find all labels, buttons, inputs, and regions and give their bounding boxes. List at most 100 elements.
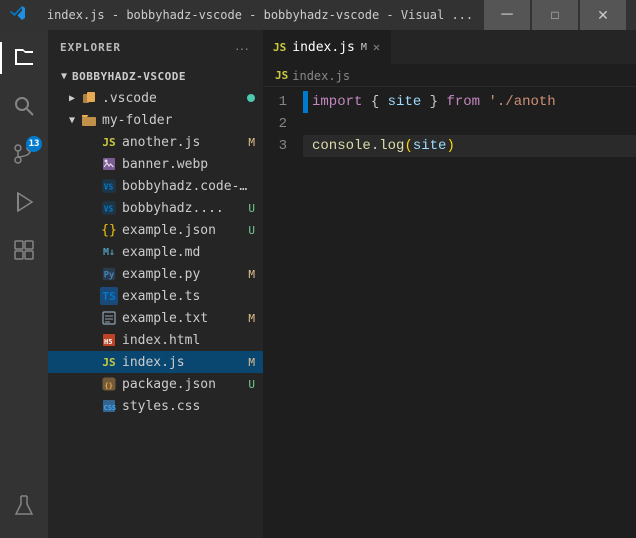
- tree-item-vscode-folder[interactable]: ▶ .vscode: [48, 87, 263, 109]
- examplemd-name: example.md: [122, 245, 255, 260]
- sidebar-actions: ···: [233, 38, 251, 58]
- code-line-2: [303, 113, 636, 135]
- anotherjs-icon: JS: [100, 133, 118, 151]
- token-paren-close: ): [446, 135, 454, 157]
- examplemd-icon: M↓: [100, 243, 118, 261]
- title-bar: index.js - bobbyhadz-vscode - bobbyhadz-…: [0, 0, 636, 30]
- bobbyhadz-u-icon: VS: [100, 199, 118, 217]
- indexhtml-icon: H5: [100, 331, 118, 349]
- examplepy-badge: M: [248, 268, 255, 281]
- tree-item-indexjs[interactable]: ▶ JS index.js M: [48, 351, 263, 373]
- bobbyhadzcode-icon: VS: [100, 177, 118, 195]
- line-numbers: 1 2 3: [263, 91, 303, 538]
- svg-text:CSS: CSS: [104, 404, 117, 412]
- window-maximize-button[interactable]: □: [532, 0, 578, 30]
- code-area[interactable]: 1 2 3 import { site } from: [263, 87, 636, 538]
- tree-item-packagejson[interactable]: ▶ {} package.json U: [48, 373, 263, 395]
- stylescss-icon: CSS: [100, 397, 118, 415]
- svg-text:VS: VS: [104, 183, 114, 192]
- line3-gutter: [303, 135, 308, 157]
- indexjs-icon: JS: [100, 353, 118, 371]
- line-number-2: 2: [263, 113, 287, 135]
- token-from: from: [446, 91, 480, 113]
- tab-indexjs-close[interactable]: ✕: [373, 40, 380, 54]
- examplejson-name: example.json: [122, 223, 242, 238]
- tree-item-indexhtml[interactable]: ▶ H5 index.html: [48, 329, 263, 351]
- breadcrumb-bar: JS index.js: [263, 65, 636, 87]
- tree-item-bobbyhadzcode[interactable]: ▶ VS bobbyhadz.code-...: [48, 175, 263, 197]
- tab-bar: JS index.js M ✕: [263, 30, 636, 65]
- packagejson-icon: {}: [100, 375, 118, 393]
- tree-root-item[interactable]: ▼ BOBBYHADZ-VSCODE: [48, 65, 263, 87]
- indexhtml-name: index.html: [122, 333, 255, 348]
- indexjs-badge: M: [248, 356, 255, 369]
- my-folder-arrow: ▼: [64, 115, 80, 126]
- exampletxt-name: example.txt: [122, 311, 242, 326]
- code-lines[interactable]: import { site } from './anoth: [303, 91, 636, 538]
- tree-item-examplepy[interactable]: ▶ Py example.py M: [48, 263, 263, 285]
- token-path: './anoth: [488, 91, 555, 113]
- sidebar-header: EXPLORER ···: [48, 30, 263, 65]
- code-line-1: import { site } from './anoth: [303, 91, 636, 113]
- breadcrumb-text: index.js: [292, 69, 350, 83]
- activity-run[interactable]: [0, 178, 48, 226]
- breadcrumb-icon: JS: [275, 69, 288, 82]
- token-console: console: [312, 135, 371, 157]
- svg-text:VS: VS: [104, 205, 114, 214]
- tree-item-bannerwebp[interactable]: ▶ banner.webp: [48, 153, 263, 175]
- tree-item-anotherjs[interactable]: ▶ JS another.js M: [48, 131, 263, 153]
- svg-text:H5: H5: [104, 338, 112, 346]
- token-brace-close: }: [421, 91, 446, 113]
- editor-body[interactable]: 1 2 3 import { site } from: [263, 87, 636, 538]
- line1-gutter: [303, 91, 308, 113]
- tree-item-my-folder[interactable]: ▼ my-folder: [48, 109, 263, 131]
- bobbyhadzcode-name: bobbyhadz.code-...: [122, 179, 255, 194]
- packagejson-badge: U: [248, 378, 255, 391]
- tree-item-examplemd[interactable]: ▶ M↓ example.md: [48, 241, 263, 263]
- examplepy-icon: Py: [100, 265, 118, 283]
- window-minimize-button[interactable]: ─: [484, 0, 530, 30]
- main-layout: 13 EXPLORER: [0, 30, 636, 538]
- svg-text:{}: {}: [105, 382, 113, 390]
- bobbyhadz-u-name: bobbyhadz....: [122, 201, 242, 216]
- my-folder-icon: [80, 111, 98, 129]
- token-space: [480, 91, 488, 113]
- activity-search[interactable]: [0, 82, 48, 130]
- anotherjs-badge: M: [248, 136, 255, 149]
- token-paren-open: (: [404, 135, 412, 157]
- stylescss-name: styles.css: [122, 399, 255, 414]
- anotherjs-name: another.js: [122, 135, 242, 150]
- tab-indexjs[interactable]: JS index.js M ✕: [263, 30, 391, 64]
- activity-extensions[interactable]: [0, 226, 48, 274]
- window-close-button[interactable]: ✕: [580, 0, 626, 30]
- activity-explorer[interactable]: [0, 34, 48, 82]
- root-arrow: ▼: [56, 71, 72, 82]
- examplejson-icon: {}: [100, 221, 118, 239]
- tree-item-examplejson[interactable]: ▶ {} example.json U: [48, 219, 263, 241]
- line2-gutter: [303, 113, 308, 135]
- bobbyhadz-u-badge: U: [248, 202, 255, 215]
- examplejson-badge: U: [248, 224, 255, 237]
- tab-indexjs-label: index.js: [292, 40, 355, 55]
- activity-source-control[interactable]: 13: [0, 130, 48, 178]
- activity-flask[interactable]: [0, 482, 48, 530]
- tree-item-exampletxt[interactable]: ▶ example.txt M: [48, 307, 263, 329]
- tree-item-examplets[interactable]: ▶ TS example.ts: [48, 285, 263, 307]
- examplets-name: example.ts: [122, 289, 255, 304]
- bannerwebp-name: banner.webp: [122, 157, 255, 172]
- sidebar-more-actions[interactable]: ···: [233, 38, 251, 58]
- exampletxt-icon: [100, 309, 118, 327]
- examplepy-name: example.py: [122, 267, 242, 282]
- tab-indexjs-modified: M: [361, 42, 367, 53]
- token-import: import: [312, 91, 362, 113]
- vscode-folder-dot: [247, 94, 255, 102]
- title-text: index.js - bobbyhadz-vscode - bobbyhadz-…: [36, 8, 484, 22]
- line-number-1: 1: [263, 91, 287, 113]
- tree-item-bobbyhadz-u[interactable]: ▶ VS bobbyhadz.... U: [48, 197, 263, 219]
- svg-text:Py: Py: [104, 271, 115, 281]
- tree-item-stylescss[interactable]: ▶ CSS styles.css: [48, 395, 263, 417]
- vscode-folder-name: .vscode: [102, 91, 241, 106]
- root-label: BOBBYHADZ-VSCODE: [72, 70, 255, 83]
- token-log: log: [379, 135, 404, 157]
- line-number-3: 3: [263, 135, 287, 157]
